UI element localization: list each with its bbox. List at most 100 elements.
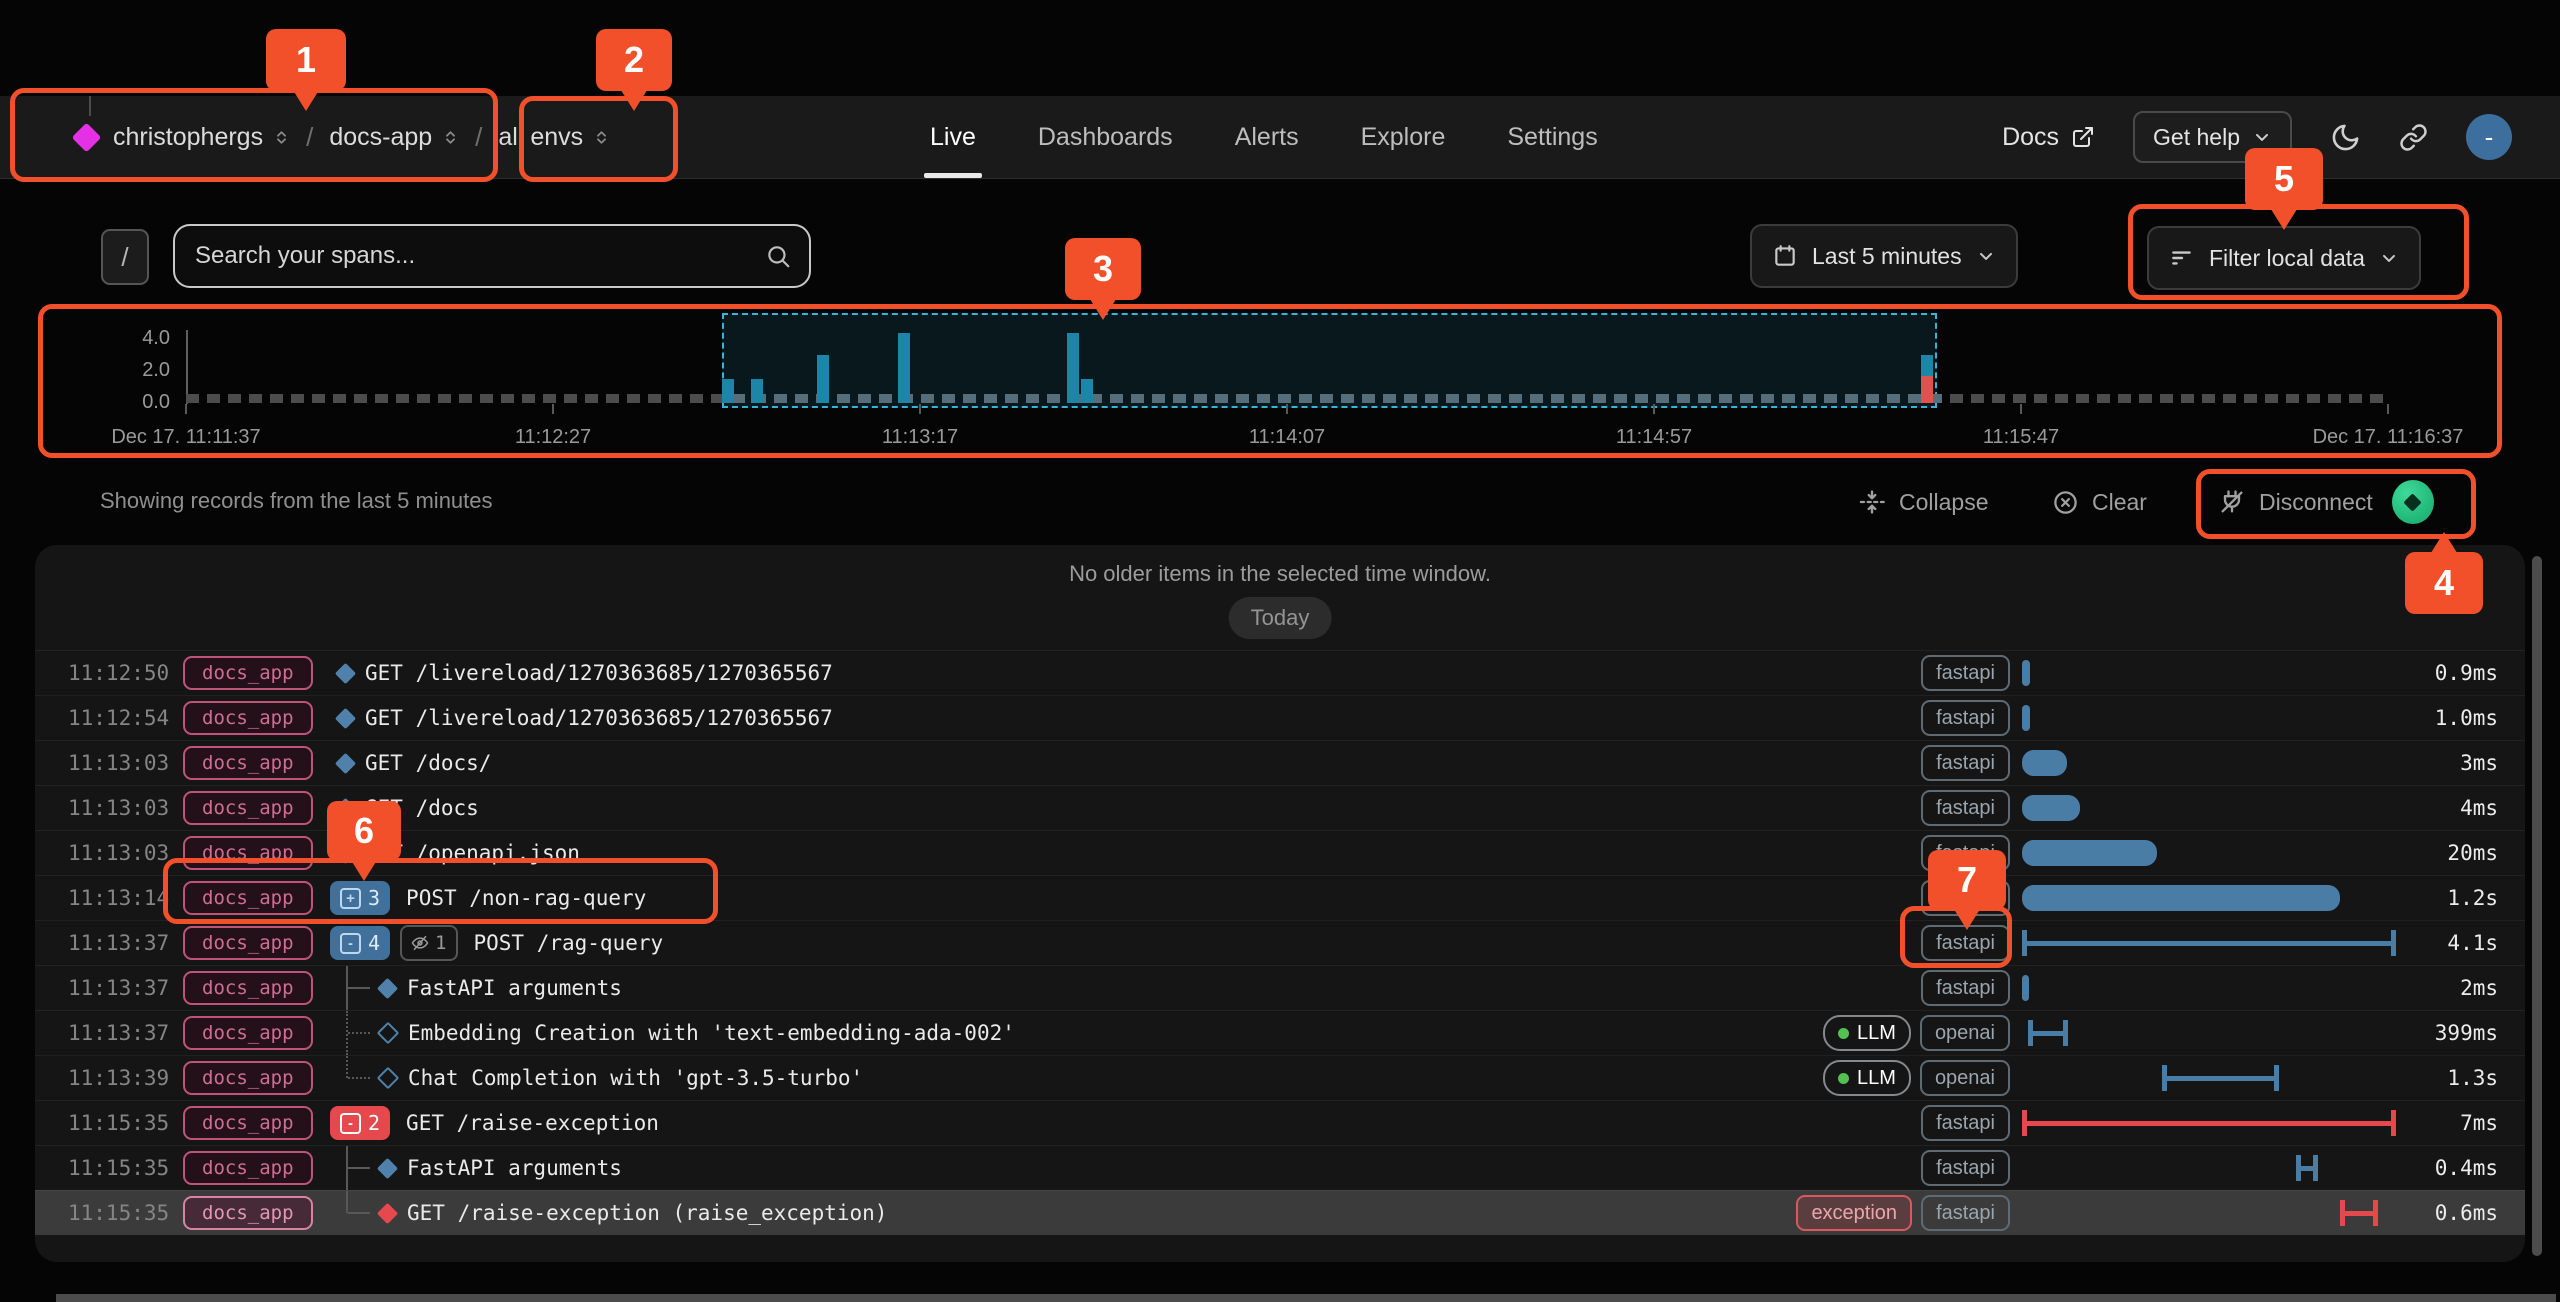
bar-end-cap (2313, 1155, 2318, 1181)
openai-tag[interactable]: openai (1920, 1060, 2010, 1096)
table-row[interactable]: 11:13:37docs_appFastAPI argumentsfastapi… (35, 965, 2525, 1010)
children-count-badge[interactable]: -2 (330, 1106, 390, 1140)
row-tags: fastapi (1828, 880, 2010, 916)
bar-start-cap (2162, 1065, 2167, 1091)
tab-live[interactable]: Live (930, 96, 976, 178)
timeline-chart[interactable]: 4.02.00.0Dec 17. 11:11:3711:12:2711:13:1… (0, 300, 2560, 464)
callout-badge-3: 3 (1065, 238, 1141, 300)
openai-tag[interactable]: openai (1920, 1015, 2010, 1051)
baseline-dash-mark (1761, 394, 1774, 403)
today-button[interactable]: Today (1229, 597, 1332, 639)
x-tick-label: 11:15:47 (1881, 426, 2161, 449)
table-row[interactable]: 11:15:35docs_appGET /raise-exception (ra… (35, 1190, 2525, 1235)
fastapi-tag[interactable]: fastapi (1921, 700, 2010, 736)
llm-tag[interactable]: LLM (1823, 1060, 1911, 1096)
tab-explore[interactable]: Explore (1361, 96, 1446, 178)
row-app-tag-cell: docs_app (183, 836, 330, 870)
project-selector[interactable]: docs-app (329, 123, 459, 152)
org-selector[interactable]: christophergs (113, 123, 290, 152)
disconnect-button[interactable]: Disconnect (2218, 470, 2434, 534)
llm-status-dot (1838, 1028, 1849, 1039)
x-tick-label: 11:12:27 (413, 426, 693, 449)
search-input[interactable] (175, 242, 765, 270)
fastapi-tag[interactable]: fastapi (1921, 970, 2010, 1006)
table-row[interactable]: 11:13:37docs_appEmbedding Creation with … (35, 1010, 2525, 1055)
table-row[interactable]: 11:13:03docs_appGET /docsfastapi4ms (35, 785, 2525, 830)
app-tag[interactable]: docs_app (183, 1151, 313, 1185)
time-range-button[interactable]: Last 5 minutes (1750, 224, 2018, 288)
env-selector[interactable]: all envs (498, 123, 610, 152)
app-tag[interactable]: docs_app (183, 1061, 313, 1095)
app-tag[interactable]: docs_app (183, 746, 313, 780)
chevron-down-icon (2379, 248, 2399, 268)
docs-link[interactable]: Docs (2002, 123, 2095, 152)
children-count-badge[interactable]: +3 (330, 881, 390, 915)
bar-start-cap (2028, 1020, 2033, 1046)
vertical-scrollbar[interactable] (2532, 556, 2542, 1256)
fastapi-tag[interactable]: fastapi (1921, 1150, 2010, 1186)
fastapi-tag[interactable]: fastapi (1921, 655, 2010, 691)
get-help-button[interactable]: Get help (2133, 111, 2292, 163)
table-row[interactable]: 11:13:03docs_appGET /docs/fastapi3ms (35, 740, 2525, 785)
exception-tag[interactable]: exception (1796, 1195, 1912, 1231)
baseline-dash-mark (1131, 394, 1144, 403)
row-timestamp: 11:13:37 (68, 1021, 183, 1045)
table-row[interactable]: 11:12:54docs_appGET /livereload/12703636… (35, 695, 2525, 740)
baseline-dash-mark (2076, 394, 2089, 403)
table-row[interactable]: 11:13:39docs_appChat Completion with 'gp… (35, 1055, 2525, 1100)
baseline-dash-mark (333, 394, 346, 403)
row-app-tag-cell: docs_app (183, 926, 330, 960)
hidden-spans-badge[interactable]: 1 (400, 925, 457, 961)
baseline-dash-mark (2223, 394, 2236, 403)
table-row[interactable]: 11:13:03docs_appGET /openapi.jsonfastapi… (35, 830, 2525, 875)
baseline-dash-mark (2328, 394, 2341, 403)
env-name: all envs (498, 123, 583, 152)
row-duration: 1.0ms (2402, 706, 2498, 730)
children-count-badge[interactable]: -4 (330, 926, 390, 960)
tab-dashboards[interactable]: Dashboards (1038, 96, 1173, 178)
app-tag[interactable]: docs_app (183, 971, 313, 1005)
app-tag[interactable]: docs_app (183, 1106, 313, 1140)
table-row[interactable]: 11:12:50docs_appGET /livereload/12703636… (35, 650, 2525, 695)
x-tick-label: Dec 17. 11:11:37 (46, 426, 326, 449)
fastapi-tag[interactable]: fastapi (1921, 745, 2010, 781)
llm-tag[interactable]: LLM (1823, 1015, 1911, 1051)
span-diamond-icon (377, 1067, 400, 1090)
span-diamond-icon (335, 797, 356, 818)
chart-bar (751, 379, 763, 403)
fastapi-tag[interactable]: fastapi (1921, 835, 2010, 871)
collapse-button[interactable]: Collapse (1858, 470, 1989, 534)
table-row[interactable]: 11:13:37docs_app-41POST /rag-queryfastap… (35, 920, 2525, 965)
baseline-dash-mark (438, 394, 451, 403)
fastapi-tag[interactable]: fastapi (1921, 790, 2010, 826)
tree-horizontal-line (348, 1032, 370, 1034)
avatar[interactable]: - (2466, 114, 2512, 160)
theme-toggle-moon-icon[interactable] (2330, 122, 2361, 153)
filter-local-data-button[interactable]: Filter local data (2147, 226, 2421, 290)
table-row[interactable]: 11:15:35docs_app-2GET /raise-exceptionfa… (35, 1100, 2525, 1145)
fastapi-tag[interactable]: fastapi (1921, 1105, 2010, 1141)
app-tag[interactable]: docs_app (183, 656, 313, 690)
app-tag[interactable]: docs_app (183, 791, 313, 825)
app-tag[interactable]: docs_app (183, 701, 313, 735)
table-row[interactable]: 11:13:14docs_app+3POST /non-rag-queryfas… (35, 875, 2525, 920)
fastapi-tag[interactable]: fastapi (1921, 880, 2010, 916)
baseline-dash-mark (522, 394, 535, 403)
app-tag[interactable]: docs_app (183, 836, 313, 870)
fastapi-tag[interactable]: fastapi (1921, 925, 2010, 961)
row-span-cell: GET /docs/ (330, 741, 1828, 785)
app-tag[interactable]: docs_app (183, 881, 313, 915)
docs-label: Docs (2002, 123, 2059, 152)
app-tag[interactable]: docs_app (183, 926, 313, 960)
horizontal-scrollbar[interactable] (56, 1294, 2556, 1302)
app-tag[interactable]: docs_app (183, 1196, 313, 1230)
tab-alerts[interactable]: Alerts (1235, 96, 1299, 178)
copy-link-icon[interactable] (2399, 123, 2428, 152)
app-tag[interactable]: docs_app (183, 1016, 313, 1050)
tab-settings[interactable]: Settings (1507, 96, 1597, 178)
clear-button[interactable]: Clear (2052, 470, 2147, 534)
trace-rows: 11:12:50docs_appGET /livereload/12703636… (35, 650, 2525, 1235)
table-row[interactable]: 11:15:35docs_appFastAPI argumentsfastapi… (35, 1145, 2525, 1190)
row-app-tag-cell: docs_app (183, 656, 330, 690)
fastapi-tag[interactable]: fastapi (1921, 1195, 2010, 1231)
